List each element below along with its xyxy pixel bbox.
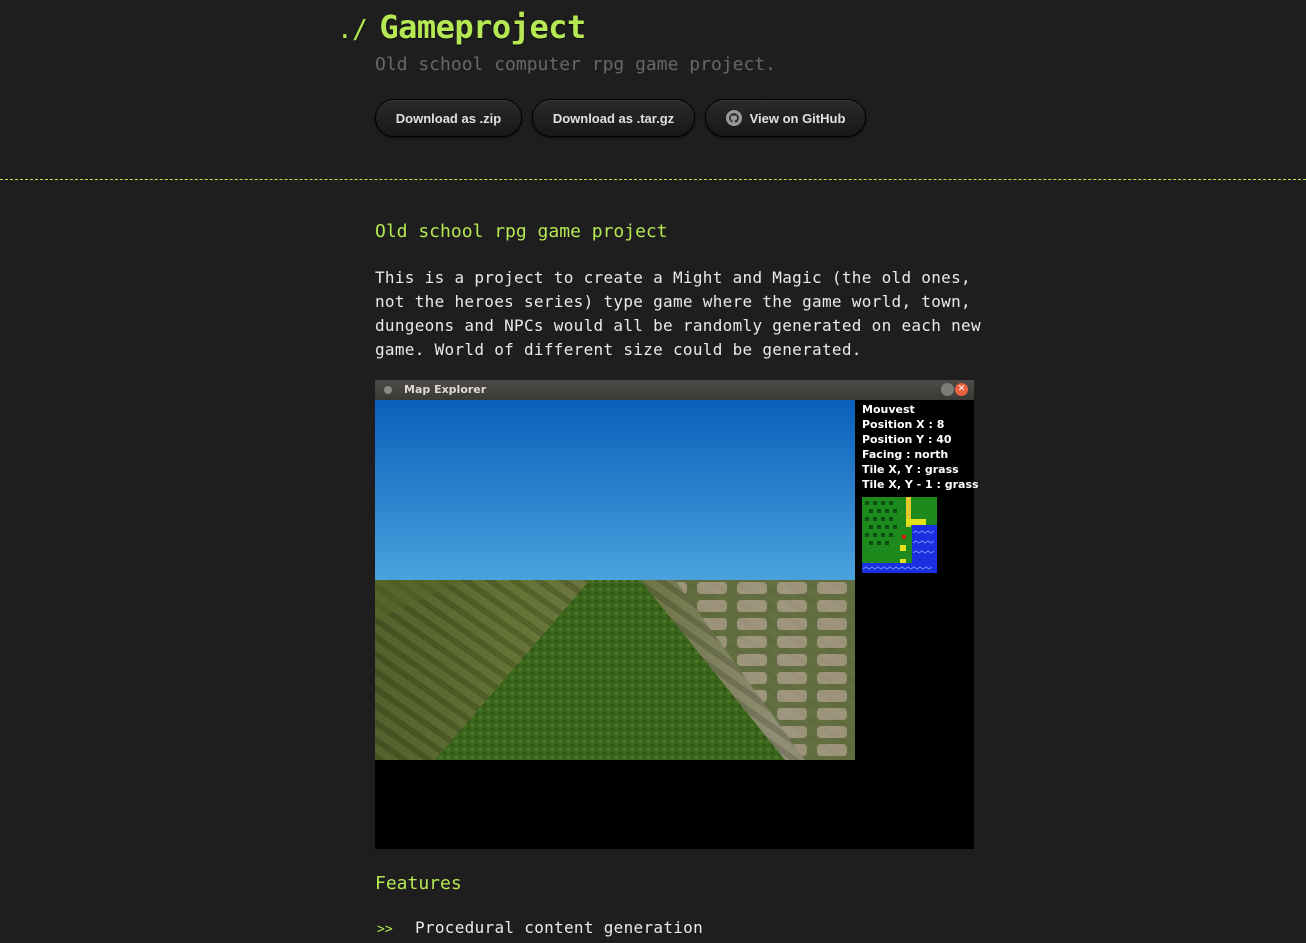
download-zip-button[interactable]: Download as .zip [375, 99, 522, 137]
list-item: Procedural content generation [415, 918, 704, 937]
download-zip-label: Download as .zip [395, 110, 502, 126]
features-heading: Features [375, 873, 462, 894]
close-icon: ✕ [955, 383, 968, 396]
list-bullet: >> [377, 922, 393, 937]
section-heading: Old school rpg game project [375, 221, 668, 242]
intro-paragraph: This is a project to create a Might and … [375, 268, 981, 359]
grass-path [375, 580, 855, 760]
title-text: Gameproject [379, 8, 586, 46]
hud-position-x: Position X : 8 [862, 418, 945, 431]
game-screenshot: Map Explorer ✕ Mouvest Position X: 8 Po… [375, 380, 979, 849]
download-targz-label: Download as .tar.gz [552, 110, 675, 126]
window-title: Map Explorer [404, 383, 487, 396]
sky [375, 400, 855, 580]
page-header: ./ Gameproject Old school computer rpg ga… [0, 0, 1306, 180]
page-title: ./ Gameproject [337, 8, 586, 46]
page-subtitle: Old school computer rpg game project. [375, 54, 776, 75]
game-viewport [375, 400, 855, 760]
hud-tile: Tile X, Y : grass [862, 463, 959, 476]
title-prefix: ./ [337, 15, 368, 45]
hud-facing: Facing : north [862, 448, 949, 461]
hud-position-y: Position Y : 40 [862, 433, 952, 446]
hud-info: Mouvest Position X : 8 Position Y : 40 F… [862, 402, 979, 492]
hud-tile-minus1: Tile X, Y - 1 : grass [862, 478, 979, 491]
window-menu-icon [384, 386, 392, 394]
download-targz-button[interactable]: Download as .tar.gz [532, 99, 695, 137]
window-titlebar: Map Explorer ✕ [375, 380, 974, 400]
minimize-icon [941, 383, 954, 396]
minimap [862, 497, 937, 573]
view-github-button[interactable]: View on GitHub [705, 99, 866, 137]
github-icon [725, 110, 742, 126]
view-github-label: View on GitHub [749, 110, 846, 126]
hud-name: Mouvest [862, 403, 915, 416]
